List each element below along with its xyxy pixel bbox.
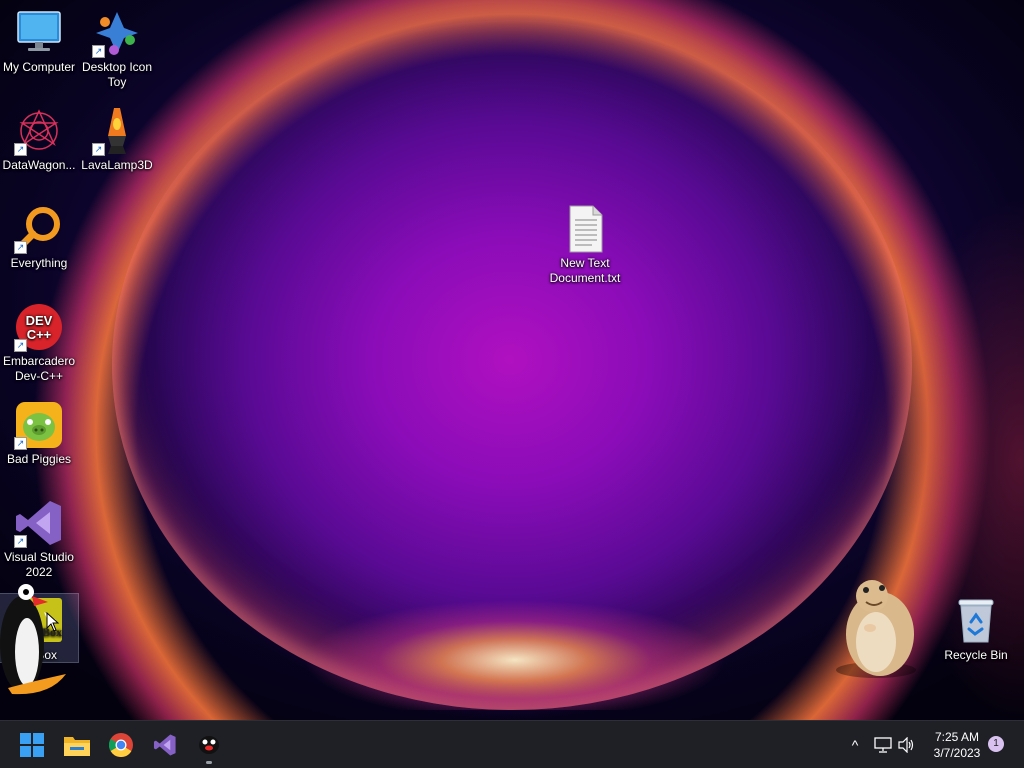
show-hidden-icons-button[interactable]: ^ bbox=[844, 721, 866, 768]
icon-label: My Computer bbox=[2, 60, 76, 74]
shortcut-arrow-icon: ↗ bbox=[14, 339, 27, 352]
desktop-icon-new-text-document[interactable]: New Text Document.txt bbox=[545, 204, 625, 286]
bad-piggies-icon: ↗ bbox=[14, 400, 64, 450]
taskbar: ^ 7:25 AM 3/7/2023 bbox=[0, 720, 1024, 768]
visual-studio-icon: ↗ bbox=[14, 498, 64, 548]
icon-label: LavaLamp3D bbox=[81, 158, 153, 172]
running-indicator bbox=[206, 761, 212, 764]
lava-lamp-icon: ↗ bbox=[92, 106, 142, 156]
desktop-icon-everything[interactable]: ↗ Everything bbox=[0, 204, 78, 271]
clock-time: 7:25 AM bbox=[934, 730, 980, 744]
clock-date: 3/7/2023 bbox=[933, 746, 981, 760]
magnifier-icon: ↗ bbox=[14, 204, 64, 254]
visual-studio-button[interactable] bbox=[147, 727, 183, 763]
shortcut-arrow-icon: ↗ bbox=[14, 143, 27, 156]
desktop-icon-recycle-bin[interactable]: Recycle Bin bbox=[936, 596, 1016, 663]
shortcut-arrow-icon: ↗ bbox=[14, 437, 27, 450]
dev-cpp-icon: DEV C++ ↗ bbox=[14, 302, 64, 352]
icon-label: Embarcadero Dev-C++ bbox=[2, 354, 76, 383]
desktop-icon-toy-icon: ↗ bbox=[92, 8, 142, 58]
recycle-bin-icon bbox=[951, 596, 1001, 646]
mouse-cursor-icon bbox=[46, 611, 60, 637]
monitor-icon bbox=[14, 8, 64, 58]
network-button[interactable] bbox=[872, 721, 894, 768]
wallpaper-glow bbox=[300, 600, 730, 710]
chrome-button[interactable] bbox=[103, 727, 139, 763]
system-clock[interactable]: 7:25 AM 3/7/2023 bbox=[920, 729, 994, 761]
network-icon bbox=[874, 737, 892, 753]
volume-icon bbox=[898, 737, 914, 753]
shortcut-arrow-icon: ↗ bbox=[14, 535, 27, 548]
icon-label: New Text Document.txt bbox=[549, 256, 621, 285]
desktop-icon-datawagon[interactable]: ↗ DataWagon... bbox=[0, 106, 78, 173]
dev-cpp-logo-text: DEV bbox=[26, 313, 53, 328]
desktop-icon-desktop-icon-toy[interactable]: ↗ Desktop Icon Toy bbox=[78, 8, 156, 90]
datawagon-icon: ↗ bbox=[14, 106, 64, 156]
desktop-icon-lavalamp3d[interactable]: ↗ LavaLamp3D bbox=[78, 106, 156, 173]
text-document-icon bbox=[560, 204, 610, 254]
icon-label: Desktop Icon Toy bbox=[81, 60, 153, 89]
notification-badge[interactable]: 1 bbox=[988, 736, 1004, 752]
shortcut-arrow-icon: ↗ bbox=[92, 45, 105, 58]
icon-label: DataWagon... bbox=[2, 158, 76, 172]
shortcut-arrow-icon: ↗ bbox=[14, 241, 27, 254]
icon-label: Recycle Bin bbox=[944, 648, 1008, 662]
penguin-icon bbox=[199, 736, 219, 754]
volume-button[interactable] bbox=[896, 721, 918, 768]
desktop-background: My Computer ↗ Desktop Icon Toy ↗ DataWag… bbox=[0, 0, 1024, 720]
desktop-icon-visual-studio-2022[interactable]: ↗ Visual Studio 2022 bbox=[0, 498, 78, 580]
dev-cpp-logo-text: C++ bbox=[27, 327, 52, 342]
folder-icon bbox=[64, 737, 90, 756]
desktop-icon-bad-piggies[interactable]: ↗ Bad Piggies bbox=[0, 400, 78, 467]
desktop-icon-my-computer[interactable]: My Computer bbox=[0, 8, 78, 75]
hamster-mascot[interactable] bbox=[832, 572, 922, 680]
chrome-icon bbox=[109, 733, 133, 757]
visual-studio-icon bbox=[153, 734, 176, 756]
hamster-icon bbox=[836, 580, 916, 678]
windows-start-icon bbox=[20, 733, 44, 757]
icon-label: Bad Piggies bbox=[6, 452, 72, 466]
penguin-app-button[interactable] bbox=[191, 727, 227, 764]
show-hidden-icon: ^ bbox=[851, 737, 859, 753]
icon-label: Everything bbox=[10, 256, 68, 270]
start-button[interactable] bbox=[14, 727, 50, 763]
shortcut-arrow-icon: ↗ bbox=[92, 143, 105, 156]
desktop-icon-dev-cpp[interactable]: DEV C++ ↗ Embarcadero Dev-C++ bbox=[0, 302, 78, 384]
file-explorer-button[interactable] bbox=[59, 727, 95, 763]
